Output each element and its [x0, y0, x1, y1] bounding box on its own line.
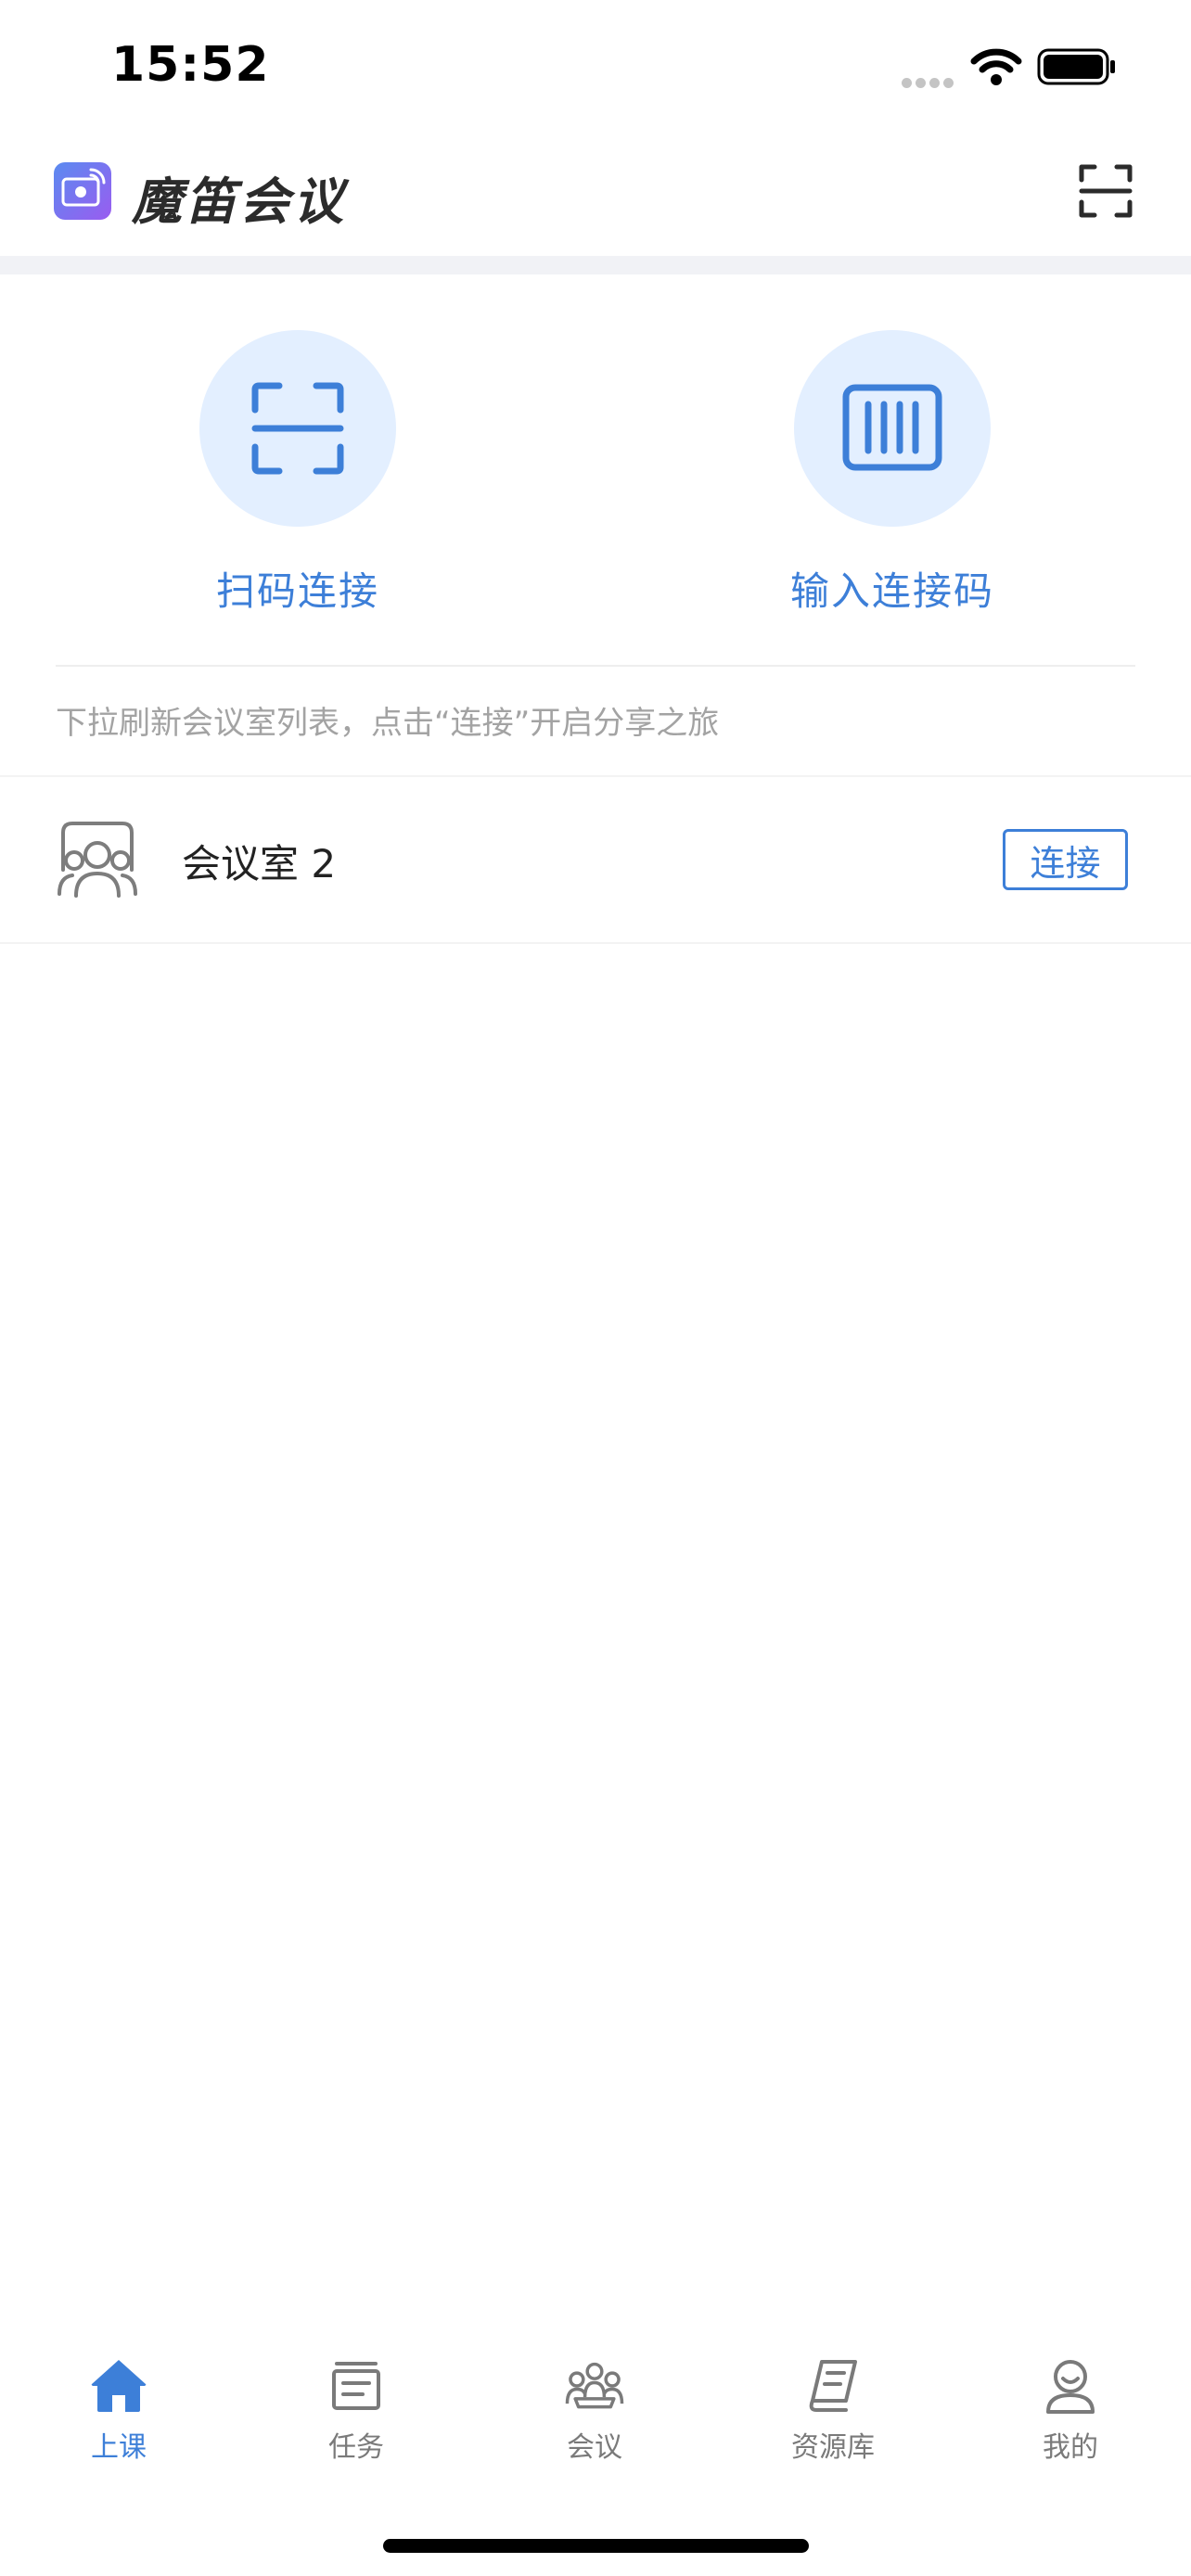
home-icon: [91, 2360, 147, 2412]
hint-divider: [56, 665, 1135, 667]
tab-library[interactable]: 资源库: [740, 2355, 926, 2465]
scan-icon[interactable]: [1078, 163, 1133, 219]
list-item: 会议室 2 连接: [0, 777, 1191, 942]
home-indicator[interactable]: [383, 2539, 809, 2553]
section-divider: [0, 256, 1191, 274]
enter-code-circle[interactable]: [794, 330, 991, 527]
tab-label: 任务: [328, 2431, 384, 2464]
tab-label: 资源库: [791, 2431, 875, 2464]
wifi-icon: [970, 48, 1022, 85]
barcode-icon: [842, 384, 942, 471]
scan-connect-button[interactable]: 扫码连接: [145, 330, 451, 617]
app-logo-icon: [54, 162, 111, 220]
library-icon: [809, 2360, 857, 2412]
page: 15:52 魔笛会议 扫码连接 输入连接码 下拉刷新会议室列表，点击“连接”开启…: [0, 0, 1191, 2576]
status-bar: 15:52: [0, 0, 1191, 130]
refresh-hint: 下拉刷新会议室列表，点击“连接”开启分享之旅: [56, 705, 720, 742]
enter-code-label: 输入连接码: [789, 568, 994, 614]
scan-icon: [251, 382, 344, 475]
meeting-room-icon: [58, 822, 137, 898]
scan-connect-label: 扫码连接: [215, 568, 379, 614]
connect-button[interactable]: 连接: [1003, 829, 1128, 890]
status-time: 15:52: [111, 37, 270, 93]
list-bottom-divider: [0, 942, 1191, 944]
app-header: 魔笛会议: [0, 130, 1191, 256]
tab-class[interactable]: 上课: [26, 2355, 211, 2465]
meeting-icon: [565, 2362, 624, 2409]
tab-task[interactable]: 任务: [263, 2355, 449, 2465]
tab-meeting[interactable]: 会议: [502, 2355, 687, 2465]
tab-label: 我的: [1043, 2431, 1098, 2464]
task-icon: [332, 2362, 380, 2410]
tab-label: 上课: [91, 2431, 147, 2464]
profile-icon: [1046, 2360, 1095, 2414]
tab-profile[interactable]: 我的: [978, 2355, 1163, 2465]
tab-label: 会议: [567, 2431, 622, 2464]
battery-icon: [1037, 48, 1115, 85]
room-name: 会议室 2: [182, 841, 337, 886]
cellular-signal-icon: [902, 74, 957, 92]
app-title: 魔笛会议: [132, 172, 347, 231]
enter-code-button[interactable]: 输入连接码: [739, 330, 1045, 617]
tab-bar: 上课 任务 会议 资源库 我的: [0, 2355, 1191, 2504]
scan-connect-circle[interactable]: [199, 330, 396, 527]
